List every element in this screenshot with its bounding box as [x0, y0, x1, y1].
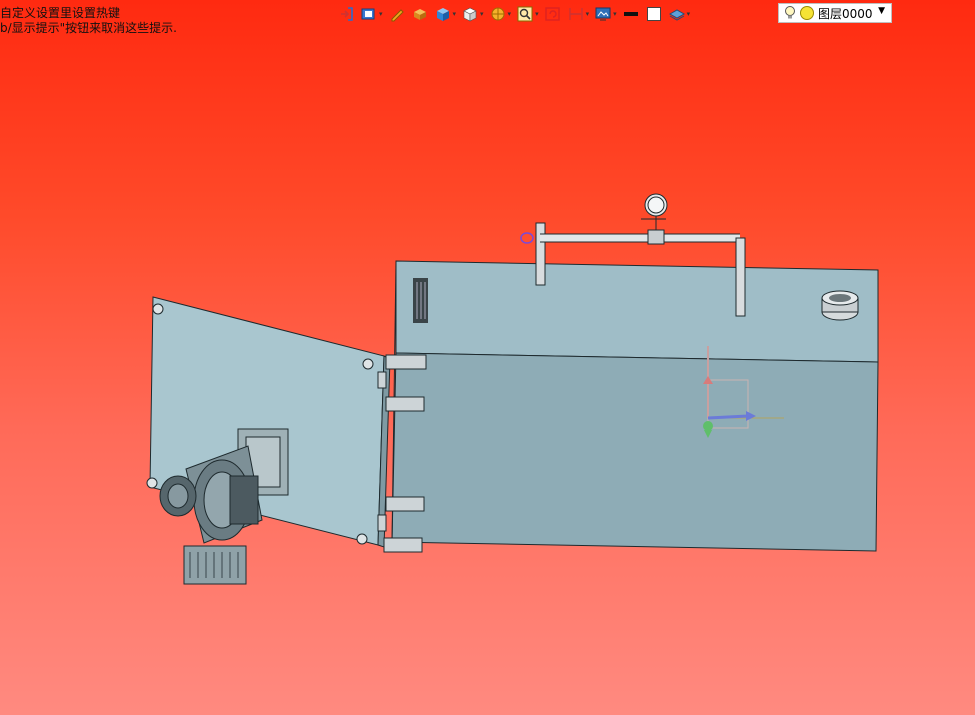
cad-viewport[interactable]	[0, 0, 975, 715]
tank-body	[391, 260, 879, 552]
top-fitting	[821, 290, 859, 321]
